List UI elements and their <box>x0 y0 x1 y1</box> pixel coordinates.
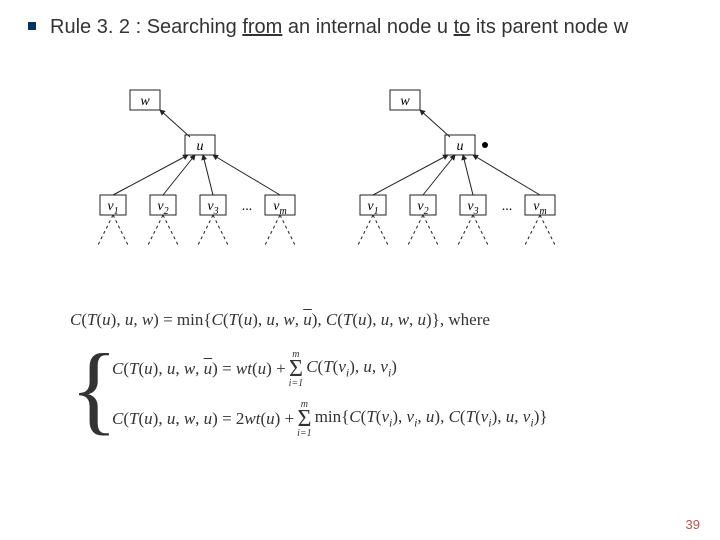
dots-right: ... <box>502 199 513 214</box>
sum-2: Σ <box>297 410 311 428</box>
bullet-icon <box>28 22 36 30</box>
rule-label: Rule 3. 2 : Searching <box>50 16 242 38</box>
node-v2-sub: 2 <box>164 206 169 217</box>
node-w-r: w <box>400 94 410 109</box>
tree-diagram-right: w u v1 v2 v3 ... vm <box>340 85 610 265</box>
node-w: w <box>140 94 150 109</box>
dots-left: ... <box>242 199 253 214</box>
node-u-r: u <box>457 139 464 154</box>
tree-diagram-left: w u v1 v2 v3 ... vm <box>80 85 350 265</box>
node-v1-sub: 1 <box>114 206 119 217</box>
rule-heading: Rule 3. 2 : Searching from an internal n… <box>50 14 670 40</box>
sum-bot-1: i=1 <box>289 378 304 389</box>
mid-text: an internal node u <box>282 16 453 38</box>
sum-1: Σ <box>289 360 303 378</box>
underline-to: to <box>454 16 471 38</box>
underline-from: from <box>242 16 282 38</box>
end-text: its parent node w <box>470 16 628 38</box>
sum-bot-2: i=1 <box>297 428 312 439</box>
node-u: u <box>197 139 204 154</box>
page-number: 39 <box>686 517 700 532</box>
equation-block: C(T(u), u, w) = min{C(T(u), u, w, u), C(… <box>70 310 548 444</box>
